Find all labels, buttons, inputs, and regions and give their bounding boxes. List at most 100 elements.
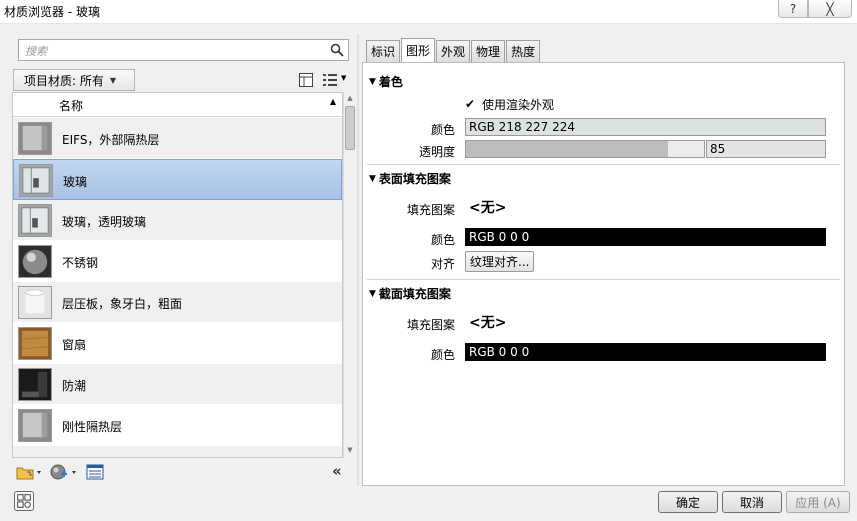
list-item-label: 层压板，象牙白，粗面: [62, 297, 183, 311]
section-surface-pattern[interactable]: ▼ 表面填充图案: [369, 170, 451, 187]
transparency-value: 85: [710, 142, 726, 156]
list-item-label: 刚性隔热层: [62, 420, 123, 434]
surface-align-label: 对齐: [430, 257, 455, 271]
surface-color-swatch[interactable]: RGB 0 0 0: [465, 228, 826, 246]
shading-color-swatch[interactable]: RGB 218 227 224: [465, 118, 826, 136]
material-browser-panel: 搜索 项目材质: 所有 ▼ ▼ 名称 ▲ EIFS，外部隔热层 玻璃 玻璃，透明…: [12, 34, 355, 486]
material-list: 名称 ▲ EIFS，外部隔热层 玻璃 玻璃，透明玻璃 不锈钢 层压板，象牙白，粗…: [12, 92, 343, 458]
transparency-label: 透明度: [418, 145, 455, 159]
list-item-partial[interactable]: [13, 446, 342, 457]
library-folder-icon[interactable]: [16, 464, 42, 480]
asset-browser-icon[interactable]: [86, 464, 104, 480]
list-scrollbar[interactable]: ▲ ▼: [343, 92, 355, 458]
cut-pattern-selector[interactable]: <无>: [465, 305, 826, 338]
collapse-triangle-icon[interactable]: ▼: [369, 289, 376, 299]
use-render-appearance-checkbox[interactable]: ✔: [465, 98, 478, 111]
scroll-down-icon[interactable]: ▼: [345, 446, 355, 456]
title-bar: 材质浏览器 - 玻璃 ? ╳: [0, 0, 857, 24]
material-thumbnail-rigid-insulation: [18, 409, 52, 442]
search-input[interactable]: 搜索: [18, 39, 349, 61]
use-render-appearance[interactable]: ✔ 使用渲染外观: [465, 96, 554, 113]
surface-pattern-label: 填充图案: [406, 203, 455, 217]
material-editor-panel: 标识 图形 外观 物理 热度 ▼ 着色 ✔ 使用渲染外观 颜色 RGB 218 …: [362, 34, 845, 486]
new-material-icon[interactable]: [50, 464, 78, 480]
shading-color-value: RGB 218 227 224: [469, 120, 576, 134]
divider: [367, 164, 840, 165]
cut-pattern-label: 填充图案: [406, 318, 455, 332]
use-render-appearance-label: 使用渲染外观: [482, 98, 555, 112]
section-cut-pattern[interactable]: ▼ 截面填充图案: [369, 285, 451, 302]
transparency-value-field[interactable]: 85: [706, 140, 826, 158]
material-thumbnail-clear-glass: [18, 204, 52, 237]
tab-identity[interactable]: 标识: [366, 40, 401, 62]
list-item-label: EIFS，外部隔热层: [62, 133, 160, 147]
list-item[interactable]: 不锈钢: [13, 241, 342, 282]
surface-color-value: RGB 0 0 0: [469, 230, 530, 244]
list-item-label: 不锈钢: [62, 256, 99, 270]
list-item-label: 防潮: [62, 379, 87, 393]
graphics-tab-content: ▼ 着色 ✔ 使用渲染外观 颜色 RGB 218 227 224 透明度 85 …: [362, 62, 845, 486]
list-item-selected[interactable]: 玻璃: [13, 159, 342, 200]
list-view-icon[interactable]: [322, 72, 338, 88]
shading-color-label: 颜色: [430, 123, 455, 137]
tab-graphics[interactable]: 图形: [401, 38, 436, 62]
material-thumbnail-laminate: [18, 286, 52, 319]
list-header[interactable]: 名称 ▲: [13, 93, 342, 117]
material-thumbnail-steel: [18, 245, 52, 278]
window-title: 材质浏览器 - 玻璃: [4, 5, 100, 19]
view-options-dropdown-icon[interactable]: ▼: [341, 74, 346, 82]
panel-splitter[interactable]: [357, 34, 359, 486]
toggle-editor-icon[interactable]: [14, 491, 34, 511]
scrollbar-thumb[interactable]: [345, 106, 355, 150]
cut-color-label: 颜色: [430, 348, 455, 362]
breadcrumb-project-materials[interactable]: 项目材质: 所有 ▼: [13, 69, 136, 91]
column-header-name[interactable]: 名称: [59, 97, 83, 114]
cut-color-swatch[interactable]: RGB 0 0 0: [465, 343, 826, 361]
apply-button[interactable]: 应用 (A): [786, 491, 850, 513]
section-shading-title: 着色: [378, 75, 403, 89]
breadcrumb-label: 项目材质: 所有: [24, 73, 104, 88]
material-thumbnail-wood: [18, 327, 52, 360]
list-item-label: 玻璃: [63, 175, 88, 189]
section-shading[interactable]: ▼ 着色: [369, 73, 403, 90]
scroll-up-icon[interactable]: ▲: [345, 94, 355, 104]
cut-color-value: RGB 0 0 0: [469, 345, 530, 359]
list-item[interactable]: 防潮: [13, 364, 342, 405]
list-item-label: 玻璃，透明玻璃: [62, 215, 147, 229]
list-item[interactable]: 层压板，象牙白，粗面: [13, 282, 342, 323]
chevron-down-icon[interactable]: ▼: [110, 76, 116, 85]
library-toolbar: «: [12, 460, 355, 484]
surface-pattern-value: <无>: [469, 199, 507, 216]
list-item[interactable]: 窗扇: [13, 323, 342, 364]
material-thumbnail-glass: [19, 164, 53, 197]
sort-ascending-icon[interactable]: ▲: [330, 97, 336, 106]
help-button[interactable]: ?: [778, 0, 808, 18]
list-item-label: 窗扇: [62, 338, 87, 352]
cut-pattern-value: <无>: [469, 314, 507, 331]
tab-thermal[interactable]: 热度: [506, 40, 541, 62]
breadcrumb: 项目材质: 所有 ▼ ▼: [12, 69, 355, 91]
cancel-button[interactable]: 取消: [722, 491, 782, 513]
list-item[interactable]: 刚性隔热层: [13, 405, 342, 446]
list-item[interactable]: 玻璃，透明玻璃: [13, 200, 342, 241]
tab-appearance[interactable]: 外观: [436, 40, 471, 62]
tab-physical[interactable]: 物理: [471, 40, 506, 62]
collapse-panel-icon[interactable]: «: [332, 462, 342, 480]
ok-button[interactable]: 确定: [658, 491, 718, 513]
section-surface-pattern-title: 表面填充图案: [378, 172, 451, 186]
close-button[interactable]: ╳: [808, 0, 852, 18]
collapse-triangle-icon[interactable]: ▼: [369, 77, 376, 87]
surface-color-label: 颜色: [430, 233, 455, 247]
surface-pattern-selector[interactable]: <无>: [465, 190, 826, 223]
material-thumbnail-eifs: [18, 122, 52, 155]
search-icon[interactable]: [330, 43, 344, 57]
search-placeholder: 搜索: [25, 45, 47, 58]
transparency-slider[interactable]: [465, 140, 705, 158]
editor-tabs: 标识 图形 外观 物理 热度: [366, 38, 541, 62]
texture-align-button[interactable]: 纹理对齐...: [465, 251, 535, 272]
divider: [367, 279, 840, 280]
panel-layout-icon[interactable]: [298, 72, 314, 88]
material-thumbnail-damp-proof: [18, 368, 52, 401]
list-item[interactable]: EIFS，外部隔热层: [13, 118, 342, 159]
collapse-triangle-icon[interactable]: ▼: [369, 174, 376, 184]
